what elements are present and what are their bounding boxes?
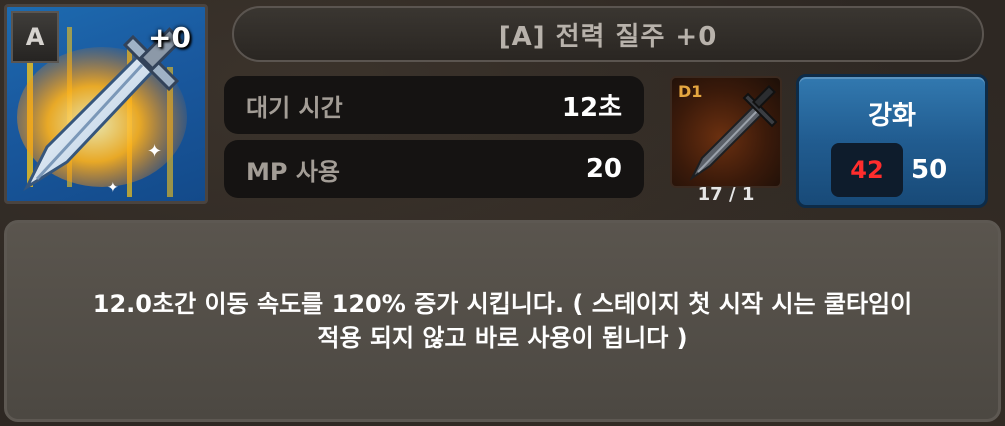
skill-title-text: [A] 전력 질주 +0 <box>498 21 718 52</box>
cost-have-value: 42 <box>850 156 884 184</box>
mp-cost-row: MP 사용 20 <box>224 140 644 198</box>
mp-cost-value: 20 <box>585 154 622 184</box>
material-tier: D1 <box>678 82 703 101</box>
skill-title: [A] 전력 질주 +0 <box>232 6 984 62</box>
mp-cost-label: MP 사용 <box>246 157 340 186</box>
svg-text:✦: ✦ <box>107 180 119 196</box>
cooldown-row: 대기 시간 12초 <box>224 76 644 134</box>
enhance-button[interactable]: 강화 42 50 <box>796 74 988 208</box>
material-item[interactable]: D1 <box>670 76 782 188</box>
skill-description: 12.0초간 이동 속도를 120% 증가 시킵니다. ( 스테이지 첫 시작 … <box>92 290 913 352</box>
cost-have-box: 42 <box>831 143 903 197</box>
material-count: 17 / 1 <box>697 184 755 205</box>
skill-icon-frame: ✦ ✦ A +0 <box>4 4 208 204</box>
grade-badge: A <box>11 11 59 63</box>
cooldown-value: 12초 <box>561 92 622 123</box>
skill-level-badge: +0 <box>148 21 191 54</box>
enhance-label: 강화 <box>868 101 916 131</box>
skill-description-panel: 12.0초간 이동 속도를 120% 증가 시킵니다. ( 스테이지 첫 시작 … <box>4 220 1001 422</box>
cooldown-label: 대기 시간 <box>246 93 343 122</box>
svg-text:✦: ✦ <box>147 141 162 162</box>
cost-need-value: 50 <box>911 155 948 185</box>
